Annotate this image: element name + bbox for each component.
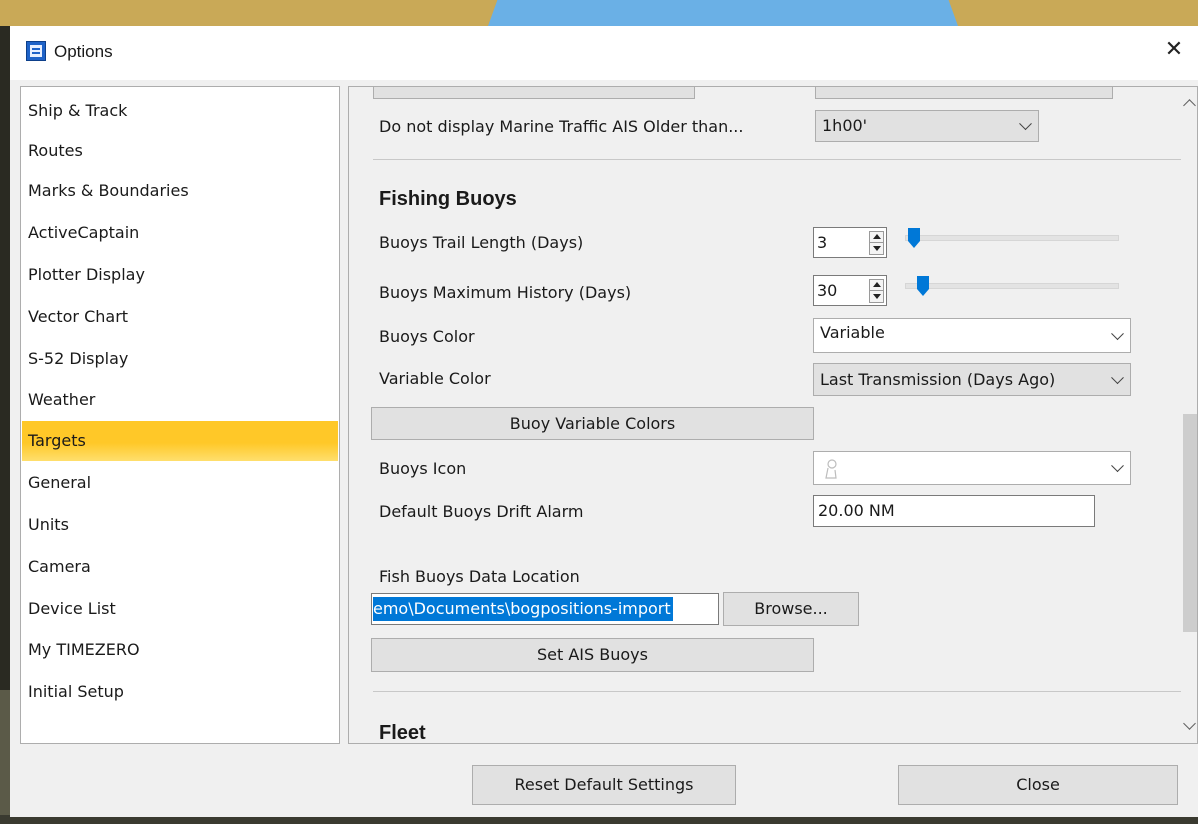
options-dialog: Options ✕ Ship & Track Routes Marks & Bo… [10, 26, 1198, 817]
set-ais-buoys-button[interactable]: Set AIS Buoys [371, 638, 814, 672]
spin-buttons[interactable] [869, 279, 884, 303]
chevron-down-icon [1111, 326, 1124, 340]
nav-item-camera[interactable]: Camera [22, 549, 338, 585]
scroll-up-icon[interactable] [1183, 99, 1196, 112]
browse-button[interactable]: Browse... [723, 592, 859, 626]
spin-buttons[interactable] [869, 231, 884, 255]
fish-buoys-data-location-value: emo\Documents\bogpositions-import [373, 597, 673, 621]
partial-top-button-right[interactable] [815, 87, 1113, 99]
fleet-heading: Fleet [379, 722, 426, 744]
divider [373, 691, 1181, 692]
fishing-buoys-heading: Fishing Buoys [379, 188, 517, 210]
buoys-trail-length-value: 3 [817, 233, 828, 252]
scrollbar-thumb[interactable] [1183, 414, 1197, 632]
nav-item-my-timezero[interactable]: My TIMEZERO [22, 632, 338, 668]
spin-up-icon[interactable] [873, 234, 881, 239]
nav-item-plotter-display[interactable]: Plotter Display [22, 257, 338, 293]
title-bar: Options ✕ [10, 26, 1198, 80]
vertical-scrollbar[interactable] [1183, 87, 1197, 743]
reset-default-settings-button[interactable]: Reset Default Settings [472, 765, 736, 805]
buoys-color-select[interactable]: Variable [813, 318, 1131, 353]
spin-divider [870, 242, 883, 243]
targets-settings-panel: Do not display Marine Traffic AIS Older … [348, 86, 1198, 744]
chevron-down-icon [1111, 370, 1124, 384]
nav-item-targets[interactable]: Targets [22, 421, 338, 461]
variable-color-value: Last Transmission (Days Ago) [820, 370, 1056, 389]
buoys-trail-length-slider-thumb[interactable] [908, 228, 920, 248]
variable-color-label: Variable Color [379, 369, 491, 388]
buoys-drift-alarm-label: Default Buoys Drift Alarm [379, 502, 584, 521]
buoys-max-history-value: 30 [817, 281, 838, 300]
background-map-top [0, 0, 1198, 26]
background-map-left [0, 690, 10, 815]
nav-item-activecaptain[interactable]: ActiveCaptain [22, 215, 338, 251]
window-title: Options [54, 42, 113, 61]
close-icon[interactable]: ✕ [1162, 38, 1186, 62]
background-sea [488, 0, 958, 26]
nav-item-ship-track[interactable]: Ship & Track [22, 93, 338, 129]
options-app-icon [26, 41, 46, 61]
partial-top-button-left[interactable] [373, 87, 695, 99]
chevron-down-icon [1019, 117, 1032, 131]
spin-up-icon[interactable] [873, 282, 881, 287]
nav-item-device-list[interactable]: Device List [22, 591, 338, 627]
buoys-max-history-slider-track[interactable] [905, 283, 1119, 289]
buoy-variable-colors-button[interactable]: Buoy Variable Colors [371, 407, 814, 440]
buoys-icon-label: Buoys Icon [379, 459, 467, 478]
buoys-color-value: Variable [820, 323, 885, 342]
buoys-max-history-slider-thumb[interactable] [917, 276, 929, 296]
buoys-trail-length-label: Buoys Trail Length (Days) [379, 233, 584, 252]
nav-item-s52-display[interactable]: S-52 Display [22, 341, 338, 377]
nav-item-weather[interactable]: Weather [22, 382, 338, 418]
buoys-drift-alarm-input[interactable]: 20.00 NM [813, 495, 1095, 527]
marine-traffic-ais-age-value: 1h00' [822, 116, 868, 135]
fish-buoys-data-location-label: Fish Buoys Data Location [379, 567, 580, 586]
variable-color-select[interactable]: Last Transmission (Days Ago) [813, 363, 1131, 396]
buoys-max-history-stepper[interactable]: 30 [813, 275, 887, 306]
marine-traffic-ais-age-select[interactable]: 1h00' [815, 110, 1039, 142]
spin-divider [870, 290, 883, 291]
nav-item-vector-chart[interactable]: Vector Chart [22, 299, 338, 335]
buoys-color-label: Buoys Color [379, 327, 475, 346]
scroll-down-icon[interactable] [1183, 717, 1196, 730]
close-button[interactable]: Close [898, 765, 1178, 805]
chevron-down-icon [1111, 459, 1124, 473]
marine-traffic-ais-label: Do not display Marine Traffic AIS Older … [379, 117, 744, 136]
nav-item-general[interactable]: General [22, 465, 338, 501]
buoys-trail-length-stepper[interactable]: 3 [813, 227, 887, 258]
options-nav-list: Ship & Track Routes Marks & Boundaries A… [20, 86, 340, 744]
buoys-icon-select[interactable] [813, 451, 1131, 485]
fish-buoys-data-location-input[interactable]: emo\Documents\bogpositions-import [371, 593, 719, 625]
nav-item-routes[interactable]: Routes [22, 133, 338, 169]
buoys-trail-length-slider-track[interactable] [905, 235, 1119, 241]
divider [373, 159, 1181, 160]
nav-item-initial-setup[interactable]: Initial Setup [22, 674, 338, 710]
nav-item-units[interactable]: Units [22, 507, 338, 543]
buoy-icon [824, 458, 840, 484]
nav-item-marks-boundaries[interactable]: Marks & Boundaries [22, 173, 338, 209]
spin-down-icon[interactable] [873, 246, 881, 251]
buoys-max-history-label: Buoys Maximum History (Days) [379, 283, 632, 302]
spin-down-icon[interactable] [873, 294, 881, 299]
